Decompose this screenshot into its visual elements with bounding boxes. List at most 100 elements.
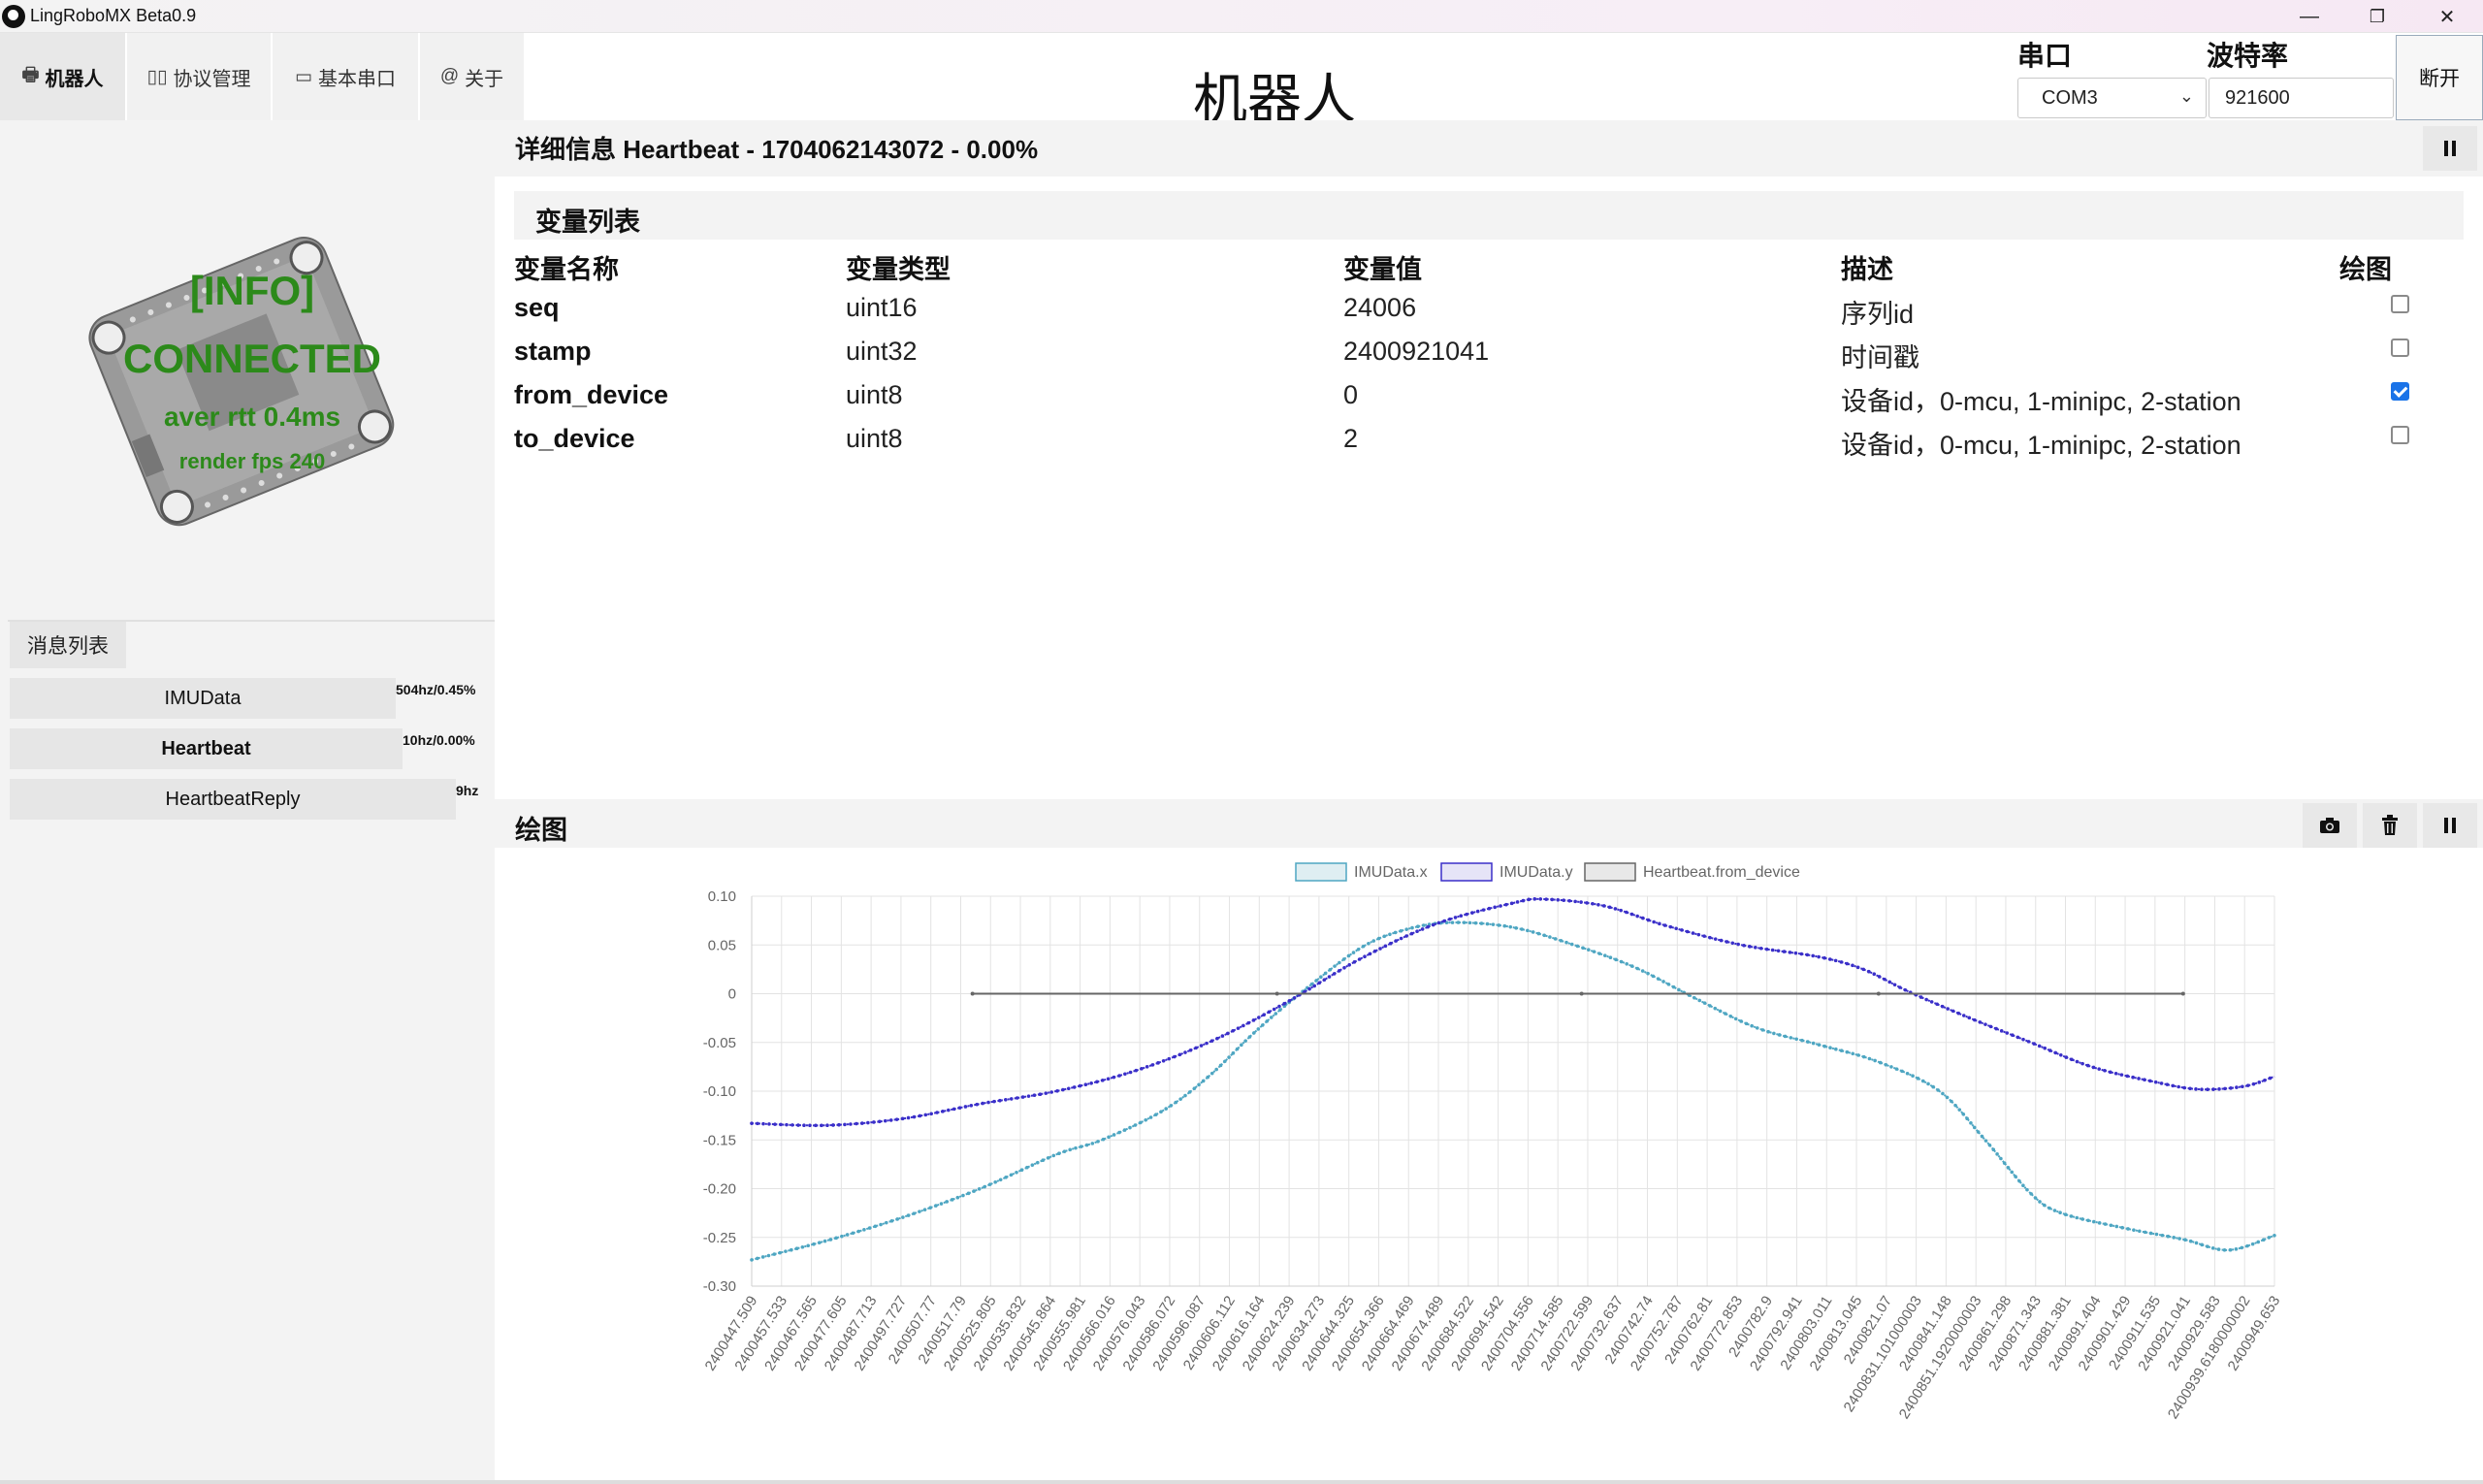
- series-point: [1188, 1048, 1193, 1052]
- port-select[interactable]: COM3 ⌄: [2017, 78, 2207, 118]
- series-point: [1834, 1047, 1838, 1051]
- plot-pause-button[interactable]: [2423, 803, 2477, 848]
- message-list-header[interactable]: 消息列表: [10, 622, 126, 668]
- tab-robot[interactable]: 🖶 机器人: [0, 33, 127, 120]
- var-desc: 设备id，0-mcu, 1-minipc, 2-station: [1841, 431, 2241, 460]
- series-point: [1770, 948, 1775, 952]
- series-point: [1481, 908, 1486, 912]
- columns-icon: ▯▯: [146, 66, 168, 87]
- plot-checkbox[interactable]: [2391, 295, 2409, 313]
- series-point: [2250, 1242, 2255, 1246]
- y-tick-label: -0.05: [703, 1035, 736, 1051]
- detail-pause-button[interactable]: [2423, 126, 2477, 171]
- series-point: [1538, 897, 1543, 901]
- series-point: [1194, 1046, 1198, 1050]
- series-point: [1112, 1075, 1116, 1080]
- series-point: [1420, 927, 1425, 931]
- series-point: [888, 1118, 893, 1122]
- series-point: [806, 1243, 810, 1248]
- screenshot-button[interactable]: [2303, 803, 2357, 848]
- clear-button[interactable]: [2363, 803, 2417, 848]
- message-item-heartbeatreply[interactable]: HeartbeatReply: [10, 779, 456, 820]
- trash-icon: [2382, 815, 2398, 835]
- series-point: [2097, 1067, 2102, 1071]
- series-point: [1994, 1026, 1998, 1031]
- series-point: [1957, 1108, 1962, 1112]
- series-point: [1183, 1093, 1187, 1098]
- series-point: [1793, 951, 1798, 955]
- tab-about[interactable]: @ 关于: [420, 33, 526, 120]
- series-point: [1242, 1023, 1245, 1028]
- series-point: [1450, 920, 1455, 924]
- series-point: [2160, 1233, 2165, 1238]
- series-point: [1009, 1097, 1014, 1101]
- series-point: [1983, 1022, 1987, 1026]
- series-point: [1641, 916, 1645, 920]
- series-point: [1491, 922, 1496, 926]
- series-point: [2235, 1085, 2239, 1089]
- series-point: [1873, 1058, 1877, 1063]
- series-point: [822, 1239, 827, 1243]
- series-point: [1953, 1103, 1957, 1108]
- plot-header: 绘图: [495, 799, 2483, 848]
- plot-checkbox[interactable]: [2391, 339, 2409, 357]
- tab-serial[interactable]: ▭ 基本串口: [273, 33, 420, 120]
- series-point: [802, 1123, 806, 1128]
- plot-checkbox[interactable]: [2391, 382, 2409, 401]
- series-point: [1487, 906, 1492, 911]
- restore-button[interactable]: ❐: [2343, 0, 2411, 33]
- series-point: [1026, 1094, 1031, 1098]
- series-point: [1015, 1096, 1019, 1100]
- series-point: [1323, 971, 1328, 976]
- series-point: [1493, 905, 1497, 910]
- series-point: [1338, 960, 1341, 965]
- series-point: [1972, 1125, 1977, 1130]
- minimize-button[interactable]: —: [2275, 0, 2343, 33]
- series-point: [1677, 987, 1681, 992]
- series-point: [750, 1258, 754, 1262]
- tab-protocol[interactable]: ▯▯ 协议管理: [127, 33, 273, 120]
- series-point: [1646, 918, 1651, 922]
- series-point: [2038, 1200, 2042, 1204]
- close-button[interactable]: ✕: [2413, 0, 2481, 33]
- series-point: [1145, 1065, 1149, 1069]
- series-point: [1592, 950, 1596, 953]
- baud-input[interactable]: [2209, 78, 2394, 118]
- series-point: [831, 1123, 835, 1127]
- series-point: [1725, 940, 1729, 944]
- series-point: [934, 1204, 938, 1208]
- message-item-heartbeat[interactable]: Heartbeat: [10, 728, 403, 769]
- series-point: [1177, 1052, 1182, 1057]
- y-tick-label: 0.10: [708, 888, 736, 905]
- router-icon: ▭: [295, 66, 312, 87]
- series-point: [1733, 1016, 1738, 1021]
- series-point: [1905, 1071, 1910, 1076]
- series-point: [1991, 1147, 1996, 1152]
- series-point: [1887, 980, 1892, 984]
- message-item-imudata[interactable]: IMUData: [10, 678, 396, 719]
- series-point: [1889, 1065, 1893, 1069]
- series-point: [2063, 1212, 2068, 1216]
- series-point: [2257, 1081, 2262, 1084]
- series-point: [1247, 1035, 1252, 1039]
- series-point: [1597, 952, 1601, 955]
- var-desc: 时间戳: [1841, 343, 1919, 372]
- series-point: [1161, 1058, 1166, 1063]
- series-point: [983, 1184, 986, 1189]
- series-point: [1068, 1147, 1072, 1152]
- series-point: [2245, 1243, 2249, 1248]
- series-point: [1393, 930, 1398, 935]
- series-point: [1078, 1083, 1082, 1088]
- series-point: [1999, 1156, 2003, 1161]
- series-point: [2086, 1218, 2090, 1223]
- series-point: [1231, 1029, 1235, 1033]
- series-point: [1061, 1087, 1065, 1092]
- series-point: [1004, 1176, 1008, 1179]
- series-point: [1629, 912, 1634, 917]
- plot-checkbox[interactable]: [2391, 426, 2409, 444]
- variable-list-header: 变量列表: [514, 191, 2464, 240]
- series-point: [928, 1206, 933, 1210]
- disconnect-button[interactable]: 断开: [2396, 35, 2483, 120]
- series-point: [1025, 1165, 1029, 1170]
- series-point: [1651, 974, 1656, 979]
